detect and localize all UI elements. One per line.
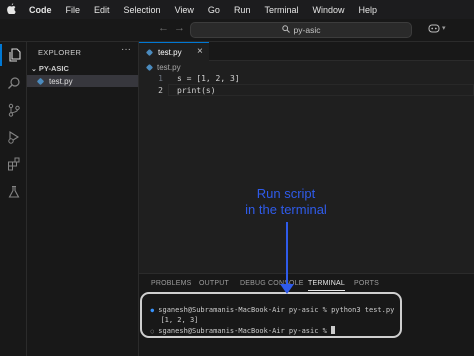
menu-file[interactable]: File	[59, 5, 88, 15]
run-debug-icon[interactable]	[0, 126, 27, 148]
forward-arrow-icon[interactable]: →	[174, 22, 185, 34]
annotation-text: Run script in the terminal	[226, 186, 346, 218]
command-center-label: py-asic	[293, 25, 321, 35]
copilot-icon[interactable]	[428, 23, 440, 36]
menu-help[interactable]: Help	[351, 5, 384, 15]
chevron-down-icon: ⌄	[31, 66, 37, 73]
apple-icon[interactable]	[0, 2, 22, 17]
annotation-arrow-head	[280, 284, 294, 294]
tab-debug-console[interactable]: DEBUG CONSOLE	[240, 280, 304, 287]
tab-ports[interactable]: PORTS	[354, 280, 379, 287]
code-line[interactable]: 2 print(s)	[139, 84, 216, 96]
code-text: print(s)	[177, 85, 216, 95]
chevron-down-icon[interactable]: ▾	[442, 24, 446, 32]
terminal-line[interactable]: ○ sganesh@Subramanis-MacBook-Air py-asic…	[142, 318, 336, 335]
title-bar: ← → py-asic ▾	[0, 19, 474, 42]
annotation-line-1: Run script	[256, 186, 316, 201]
menu-selection[interactable]: Selection	[117, 5, 168, 15]
tab-test-py[interactable]: test.py ×	[139, 42, 209, 61]
source-control-icon[interactable]	[0, 99, 27, 121]
code-line[interactable]: 1 s = [1, 2, 3]	[139, 72, 240, 84]
testing-flask-icon[interactable]	[0, 181, 27, 203]
explorer-sidebar: EXPLORER ··· ⌄ PY-ASIC test.py	[27, 42, 139, 356]
editor-tab-bar: test.py ×	[139, 42, 474, 61]
annotation-arrow-shaft	[286, 222, 288, 288]
tab-output[interactable]: OUTPUT	[199, 280, 229, 287]
explorer-title: EXPLORER	[38, 48, 82, 57]
tab-terminal[interactable]: TERMINAL	[308, 280, 345, 291]
python-file-icon	[146, 64, 153, 71]
activity-bar	[0, 42, 27, 356]
menu-terminal[interactable]: Terminal	[257, 5, 305, 15]
macos-menu-bar: Code File Edit Selection View Go Run Ter…	[0, 0, 474, 19]
menu-window[interactable]: Window	[305, 5, 351, 15]
menu-code[interactable]: Code	[22, 5, 59, 15]
python-file-icon	[37, 77, 44, 85]
tab-problems[interactable]: PROBLEMS	[151, 280, 192, 287]
menu-edit[interactable]: Edit	[87, 5, 117, 15]
command-pending-icon: ○	[150, 328, 155, 335]
folder-py-asic[interactable]: ⌄ PY-ASIC	[31, 64, 69, 73]
terminal-prompt: sganesh@Subramanis-MacBook-Air py-asic %	[158, 327, 332, 335]
file-test-py[interactable]: test.py	[27, 75, 138, 87]
python-file-icon	[146, 48, 153, 56]
menu-run[interactable]: Run	[227, 5, 258, 15]
breadcrumb[interactable]: test.py	[146, 63, 181, 72]
tab-label: test.py	[158, 47, 182, 57]
explorer-icon[interactable]	[0, 44, 27, 66]
line-number: 1	[158, 73, 163, 83]
more-actions-icon[interactable]: ···	[121, 44, 131, 55]
folder-label: PY-ASIC	[38, 64, 69, 73]
menu-view[interactable]: View	[168, 5, 201, 15]
breadcrumb-file: test.py	[157, 63, 181, 72]
file-label: test.py	[49, 76, 73, 86]
extensions-icon[interactable]	[0, 153, 27, 175]
command-center-search[interactable]: py-asic	[190, 22, 412, 38]
code-text: s = [1, 2, 3]	[177, 73, 240, 83]
line-number: 2	[158, 85, 163, 95]
terminal-cursor	[331, 326, 336, 334]
close-icon[interactable]: ×	[197, 46, 203, 57]
search-icon	[281, 25, 290, 35]
back-arrow-icon[interactable]: ←	[158, 22, 169, 34]
annotation-line-2: in the terminal	[245, 202, 327, 217]
search-icon[interactable]	[0, 72, 27, 94]
menu-go[interactable]: Go	[201, 5, 227, 15]
